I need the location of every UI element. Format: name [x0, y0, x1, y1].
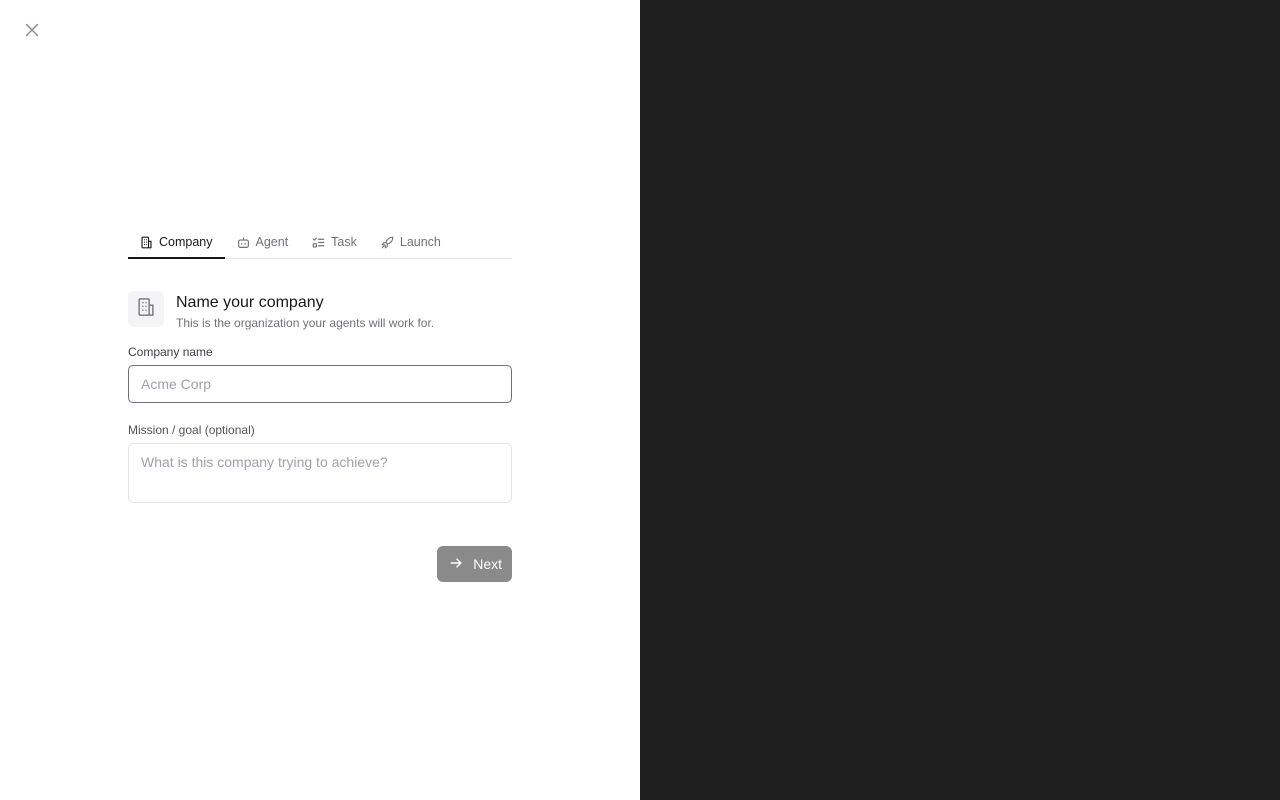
- next-button-label: Next: [473, 556, 502, 572]
- tab-company-label: Company: [159, 235, 213, 249]
- bot-icon: [237, 236, 250, 249]
- list-checks-icon: [312, 236, 325, 249]
- building-icon: [136, 297, 156, 322]
- tab-task[interactable]: Task: [300, 226, 369, 258]
- tab-agent-label: Agent: [255, 235, 289, 249]
- wizard-tabs: Company Agent Task Launch: [128, 226, 512, 259]
- tab-agent[interactable]: Agent: [225, 226, 301, 258]
- close-icon: [25, 23, 39, 42]
- arrow-right-icon: [449, 556, 463, 573]
- tab-launch-label: Launch: [399, 235, 441, 249]
- tab-task-label: Task: [331, 235, 357, 249]
- building-icon: [140, 236, 153, 249]
- company-name-input[interactable]: [128, 365, 512, 403]
- step-header: Name your company This is the organizati…: [128, 291, 512, 331]
- onboarding-page: Company Agent Task Launch Name your comp…: [0, 0, 1280, 800]
- step-subtitle: This is the organization your agents wil…: [176, 316, 435, 330]
- wizard-actions: Next: [128, 546, 512, 582]
- rocket-icon: [381, 236, 394, 249]
- onboarding-form-pane: Company Agent Task Launch Name your comp…: [0, 0, 640, 800]
- step-text: Name your company This is the organizati…: [176, 291, 434, 331]
- mission-label: Mission / goal (optional): [128, 423, 255, 437]
- tab-launch[interactable]: Launch: [369, 226, 453, 258]
- step-icon-container: [128, 291, 164, 327]
- mission-textarea[interactable]: [128, 443, 512, 503]
- next-button[interactable]: Next: [437, 546, 512, 582]
- close-button[interactable]: [22, 22, 42, 42]
- company-name-label: Company name: [128, 345, 213, 359]
- setup-wizard: Company Agent Task Launch Name your comp…: [128, 226, 512, 582]
- step-title: Name your company: [176, 294, 324, 311]
- tab-company[interactable]: Company: [128, 226, 225, 259]
- preview-pane: [640, 0, 1280, 800]
